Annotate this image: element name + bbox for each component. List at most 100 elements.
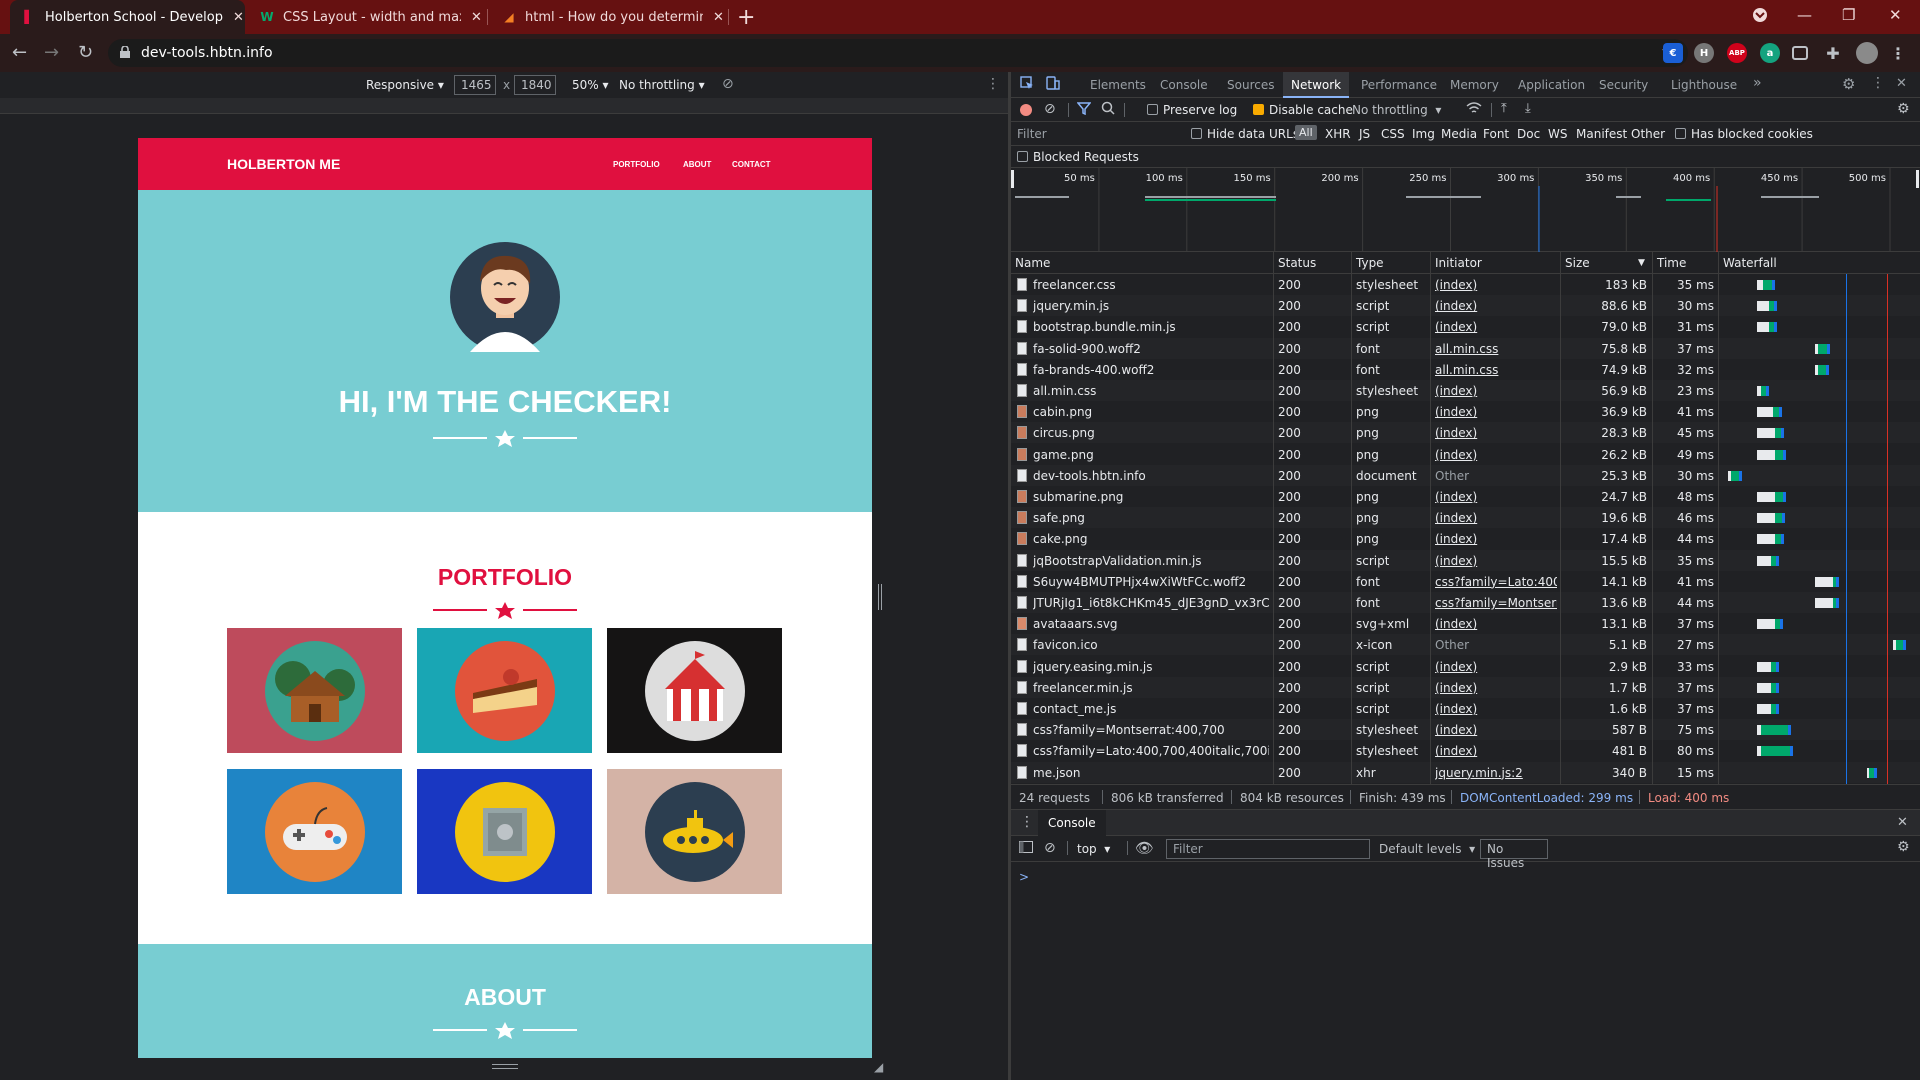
record-icon[interactable] [1020,104,1032,116]
request-initiator[interactable]: (index) [1435,511,1557,525]
table-row[interactable]: cake.png 200 png (index) 17.4 kB 44 ms [1011,528,1920,549]
network-conditions-icon[interactable] [1466,101,1482,119]
portfolio-card-submarine[interactable] [607,769,782,894]
more-tabs-icon[interactable]: » [1753,75,1762,91]
table-row[interactable]: freelancer.css 200 stylesheet (index) 183 kB… [1011,274,1920,295]
close-window-icon[interactable]: ✕ [1889,6,1902,24]
inspect-element-icon[interactable] [1020,76,1034,93]
network-settings-gear-icon[interactable]: ⚙ [1897,101,1910,117]
tab-sources[interactable]: Sources [1227,78,1274,92]
tab-console[interactable]: Console [1160,78,1208,92]
table-row[interactable]: jquery.easing.min.js 200 script (index) 2.9 … [1011,656,1920,677]
table-row[interactable]: fa-brands-400.woff2 200 font all.min.css 74.… [1011,359,1920,380]
request-initiator[interactable]: css?family=Montserr... [1435,596,1557,610]
context-select[interactable]: top ▾ [1077,842,1110,856]
console-prompt[interactable]: > [1019,870,1029,884]
network-filter-input[interactable]: Filter [1017,127,1177,141]
site-brand[interactable]: HOLBERTON ME [227,156,340,172]
viewport-height-resize-handle[interactable] [492,1064,518,1069]
request-name[interactable]: favicon.ico [1033,638,1269,652]
request-name[interactable]: submarine.png [1033,490,1269,504]
request-name[interactable]: safe.png [1033,511,1269,525]
tab-application[interactable]: Application [1518,78,1585,92]
table-row[interactable]: favicon.ico 200 x-icon Other 5.1 kB 27 ms [1011,634,1920,656]
nav-link-portfolio[interactable]: PORTFOLIO [613,160,660,169]
clear-icon[interactable]: ⊘ [1044,101,1056,117]
filter-other[interactable]: Other [1631,127,1665,141]
table-row[interactable]: css?family=Lato:400,700,400italic,700ita… [1011,740,1920,761]
table-row[interactable]: jqBootstrapValidation.min.js 200 script (in… [1011,549,1920,571]
column-type[interactable]: Type [1356,256,1384,270]
extensions-puzzle-icon[interactable]: ✚ [1823,43,1843,63]
nav-link-about[interactable]: ABOUT [683,160,711,169]
request-initiator[interactable]: (index) [1435,405,1557,419]
table-row[interactable]: submarine.png 200 png (index) 24.7 kB 48 ms [1011,486,1920,507]
table-row[interactable]: JTURjIg1_i6t8kCHKm45_dJE3gnD_vx3rCs.w...… [1011,592,1920,613]
column-waterfall[interactable]: Waterfall [1723,256,1777,270]
request-name[interactable]: jquery.min.js [1033,299,1269,313]
column-status[interactable]: Status [1278,256,1316,270]
table-row[interactable]: jquery.min.js 200 script (index) 88.6 kB 30 m… [1011,295,1920,317]
minimize-icon[interactable]: — [1797,6,1812,24]
blocked-requests-checkbox[interactable]: Blocked Requests [1017,150,1139,164]
extension-euro-icon[interactable]: € [1663,43,1683,63]
viewport-width-resize-handle[interactable] [878,584,882,610]
tab-network[interactable]: Network [1283,72,1350,98]
browser-tab-2[interactable]: ◢ html - How do you determine wh ✕ [490,0,725,34]
request-initiator[interactable]: all.min.css [1435,342,1557,356]
drawer-tab-console[interactable]: Console [1038,810,1106,836]
request-initiator[interactable]: (index) [1435,744,1557,758]
filter-funnel-icon[interactable] [1076,101,1092,119]
request-initiator[interactable]: (index) [1435,702,1557,716]
filter-media[interactable]: Media [1441,127,1477,141]
tab-memory[interactable]: Memory [1450,78,1499,92]
maximize-icon[interactable]: ❐ [1842,6,1855,24]
column-name[interactable]: Name [1015,256,1050,270]
close-tab-icon[interactable]: ✕ [233,10,244,25]
request-name[interactable]: all.min.css [1033,384,1269,398]
table-row[interactable]: dev-tools.hbtn.info 200 document Other 25.3 … [1011,464,1920,486]
request-name[interactable]: jquery.easing.min.js [1033,660,1269,674]
forward-icon[interactable]: → [44,42,59,63]
request-name[interactable]: freelancer.css [1033,278,1269,292]
request-initiator[interactable]: (index) [1435,320,1557,334]
request-name[interactable]: freelancer.min.js [1033,681,1269,695]
profile-menu-icon[interactable] [1752,7,1768,27]
request-initiator[interactable]: (index) [1435,554,1557,568]
request-initiator[interactable]: (index) [1435,617,1557,631]
console-sidebar-icon[interactable] [1019,841,1033,857]
live-expression-eye-icon[interactable]: 👁 [1135,839,1154,857]
filter-doc[interactable]: Doc [1517,127,1540,141]
request-initiator[interactable]: (index) [1435,426,1557,440]
request-initiator[interactable]: css?family=Lato:400,... [1435,575,1557,589]
tab-elements[interactable]: Elements [1090,78,1146,92]
request-name[interactable]: cake.png [1033,532,1269,546]
device-mode-select[interactable]: Responsive ▾ [366,78,444,92]
new-tab-icon[interactable]: + [737,5,755,30]
devtools-menu-icon[interactable]: ⋮ [1871,75,1885,91]
drawer-menu-icon[interactable]: ⋮ [1020,814,1034,830]
tab-performance[interactable]: Performance [1361,78,1437,92]
table-row[interactable]: freelancer.min.js 200 script (index) 1.7 kB 3… [1011,676,1920,698]
adblock-icon[interactable]: ABP [1727,43,1747,63]
clear-console-icon[interactable]: ⊘ [1044,840,1056,856]
request-initiator[interactable]: (index) [1435,448,1557,462]
request-initiator[interactable]: (index) [1435,278,1557,292]
has-blocked-cookies-checkbox[interactable]: Has blocked cookies [1675,127,1813,141]
table-row[interactable]: fa-solid-900.woff2 200 font all.min.css 75.8… [1011,337,1920,359]
export-har-icon[interactable]: ⤓ [1525,101,1531,116]
filter-font[interactable]: Font [1483,127,1509,141]
console-filter-input[interactable]: Filter [1166,839,1370,859]
hide-data-urls-checkbox[interactable]: Hide data URLs [1191,127,1299,141]
log-levels-select[interactable]: Default levels ▾ [1379,842,1475,856]
device-more-icon[interactable]: ⋮ [986,76,1000,92]
request-name[interactable]: bootstrap.bundle.min.js [1033,320,1269,334]
console-settings-gear-icon[interactable]: ⚙ [1897,839,1910,855]
throttle-select[interactable]: No throttling ▾ [619,78,705,92]
request-initiator[interactable]: (index) [1435,490,1557,504]
filter-js[interactable]: JS [1359,127,1370,141]
extension-window-icon[interactable] [1792,46,1808,60]
table-row[interactable]: me.json 200 xhr jquery.min.js:2 340 B 15 ms [1011,761,1920,783]
zoom-select[interactable]: 50% ▾ [572,78,609,92]
settings-gear-icon[interactable]: ⚙ [1842,75,1855,93]
